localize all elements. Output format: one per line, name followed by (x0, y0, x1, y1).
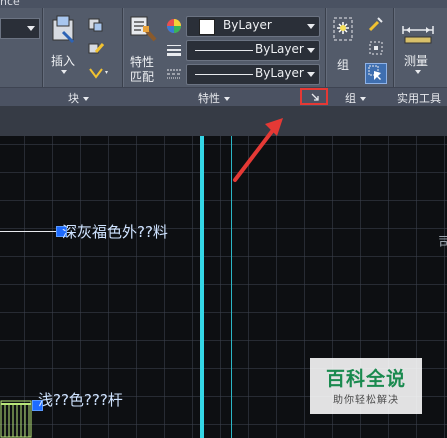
chevron-down-icon (83, 97, 89, 101)
insert-block-icon (52, 15, 75, 44)
color-value: ByLayer (223, 18, 272, 32)
ruler-icon (402, 26, 434, 44)
lineweight-dropdown[interactable]: ByLayer (186, 64, 320, 85)
material-annotation-bottom[interactable]: 浅??色???杆 (38, 389, 123, 410)
cyan-vertical-line (200, 136, 204, 438)
linetype-value: ByLayer (255, 42, 304, 56)
create-block-icon[interactable] (88, 16, 104, 32)
separator (122, 8, 123, 87)
chevron-down-icon (61, 70, 67, 74)
color-dropdown[interactable]: ByLayer (186, 16, 320, 37)
block-panel-title-text: 块 (68, 92, 79, 105)
utilities-panel-title-text: 实用工具 (397, 92, 441, 105)
separator (42, 8, 43, 87)
group-panel-title-text: 组 (345, 92, 356, 105)
chevron-down-icon (307, 72, 315, 77)
group-icon (333, 17, 353, 41)
chevron-down-icon (360, 97, 366, 101)
watermark-title: 百科全说 (325, 368, 406, 390)
utilities-panel-title[interactable]: 实用工具 (397, 90, 441, 106)
measure-label: 测量 (404, 54, 429, 68)
measure-button[interactable]: 测量 (398, 14, 438, 86)
red-arrow-annotation (233, 118, 283, 182)
linetype-icon[interactable] (166, 66, 182, 82)
match-properties-button[interactable]: 特性 匹配 (126, 14, 160, 86)
insert-block-button[interactable]: 插入 (48, 14, 80, 74)
lineweight-value: ByLayer (255, 66, 304, 80)
file-tab-strip (0, 106, 447, 136)
line-preview (195, 50, 253, 51)
group-panel-title[interactable]: 组 (345, 90, 366, 106)
match-properties-icon (130, 16, 157, 42)
separator (393, 8, 394, 87)
chevron-down-icon (415, 70, 421, 74)
chevron-down-icon (224, 97, 230, 101)
group-label: 组 (337, 58, 350, 72)
selection-cursor-icon (368, 65, 381, 80)
lineweight-icon[interactable] (166, 42, 182, 58)
material-annotation-top[interactable]: 深灰福色外??料 (62, 221, 168, 242)
properties-panel-title[interactable]: 特性 (198, 90, 230, 106)
chevron-down-icon (307, 48, 315, 53)
match-label-line2: 匹配 (130, 70, 155, 84)
title-bar (0, 0, 447, 8)
railing-drawing (0, 400, 32, 438)
insert-label: 插入 (51, 54, 76, 68)
properties-panel-title-text: 特性 (198, 92, 220, 105)
partial-dropdown[interactable] (0, 18, 40, 39)
leader-line (0, 231, 58, 232)
ribbon-panel-titles: 块 特性 组 实用工具 (0, 87, 447, 107)
group-selection-toggle[interactable] (365, 63, 387, 84)
edit-attributes-icon[interactable] (88, 65, 110, 81)
linetype-dropdown[interactable]: ByLayer (186, 40, 320, 61)
edit-block-icon[interactable] (88, 40, 104, 56)
watermark-subtitle: 助你轻松解决 (333, 395, 399, 406)
edge-text: 司 (438, 235, 447, 251)
line-preview (195, 74, 253, 75)
properties-dialog-launcher[interactable] (300, 88, 328, 105)
watermark: 百科全说 助你轻松解决 (310, 358, 422, 414)
separator (325, 8, 326, 87)
chevron-down-icon (27, 26, 35, 31)
group-edit-icon[interactable] (368, 40, 384, 56)
color-wheel-icon[interactable] (166, 18, 182, 34)
color-swatch (199, 19, 215, 35)
title-text: nce (0, 0, 20, 8)
group-button[interactable]: 组 (330, 14, 358, 74)
chevron-down-icon (307, 24, 315, 29)
dialog-launcher-arrow-icon (311, 93, 319, 101)
block-panel-title[interactable]: 块 (68, 90, 89, 106)
ungroup-icon[interactable] (368, 16, 384, 32)
